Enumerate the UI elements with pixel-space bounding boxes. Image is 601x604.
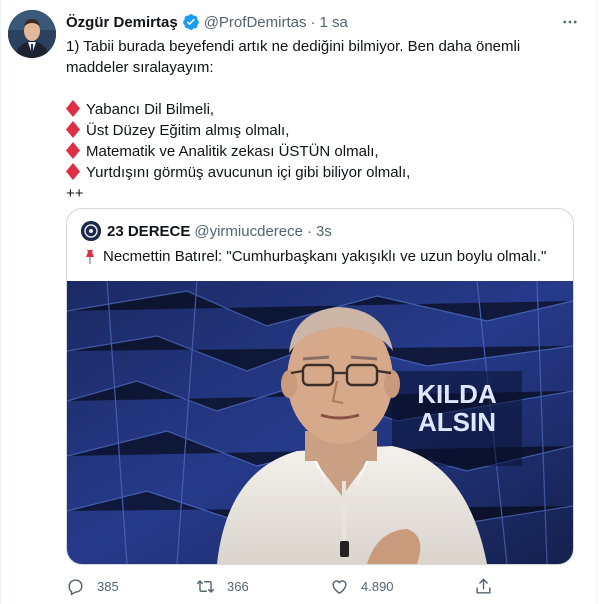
quoted-text: Necmettin Batırel: "Cumhurbaşkanı yakışı… [103, 248, 547, 265]
list-item: Üst Düzey Eğitim almış olmalı, [66, 120, 576, 141]
tweet-actions: 385 366 4.890 [66, 572, 496, 600]
author-avatar[interactable] [8, 10, 56, 58]
tweet-closing: ++ [66, 185, 84, 202]
author-name[interactable]: Özgür Demirtaş [66, 14, 178, 31]
diamond-icon [66, 163, 80, 180]
tweet-body: 1) Tabii burada beyefendi artık ne dediğ… [66, 36, 576, 204]
quoted-author-name: 23 DERECE [107, 222, 191, 240]
quoted-avatar [81, 221, 101, 241]
like-icon [332, 579, 347, 594]
quoted-text-row: Necmettin Batırel: "Cumhurbaşkanı yakışı… [81, 247, 546, 267]
verified-badge-icon [182, 13, 200, 31]
share-button[interactable] [474, 572, 505, 600]
like-button[interactable]: 4.890 [330, 572, 394, 600]
list-item: Yurtdışını görmüş avucunun içi gibi bili… [66, 162, 576, 183]
tweet-intro-line: maddeler sıralayayım: [66, 59, 214, 76]
diamond-icon [66, 100, 80, 117]
retweet-button[interactable]: 366 [196, 572, 249, 600]
quoted-header: 23 DERECE @yirmiucderece · 3s [81, 221, 332, 241]
diamond-icon [66, 142, 80, 159]
reply-icon [68, 578, 83, 596]
quoted-separator: · [306, 222, 312, 240]
list-item: Yabancı Dil Bilmeli, [66, 99, 576, 120]
quoted-timestamp: 3s [315, 222, 332, 240]
left-divider [0, 0, 1, 604]
overlay-text-line: ALSIN [418, 407, 496, 437]
tweet-header: Özgür Demirtaş @ProfDemirtas · 1 sa [66, 12, 348, 32]
overlay-text-line: KILDA [417, 379, 497, 409]
quoted-author-handle: @yirmiucderece [194, 222, 303, 240]
author-handle[interactable]: @ProfDemirtas [204, 14, 307, 31]
diamond-icon [66, 121, 80, 138]
list-item-text: Üst Düzey Eğitim almış olmalı, [86, 122, 290, 139]
quoted-tweet[interactable]: 23 DERECE @yirmiucderece · 3s Necmettin … [66, 208, 574, 565]
tweet-timestamp[interactable]: 1 sa [319, 14, 347, 31]
list-item-text: Yurtdışını görmüş avucunun içi gibi bili… [86, 164, 411, 181]
like-count: 4.890 [361, 578, 394, 594]
header-separator: · [310, 13, 316, 31]
tweet-intro-line: 1) Tabii burada beyefendi artık ne dediğ… [66, 38, 521, 55]
list-item: Matematik ve Analitik zekası ÜSTÜN olmal… [66, 141, 576, 162]
pushpin-icon [86, 250, 94, 264]
right-divider [596, 0, 597, 604]
retweet-count: 366 [227, 578, 249, 594]
reply-count: 385 [97, 578, 119, 594]
list-item-text: Matematik ve Analitik zekası ÜSTÜN olmal… [86, 143, 379, 160]
reply-button[interactable]: 385 [66, 572, 119, 600]
share-icon [476, 578, 491, 594]
more-icon[interactable] [556, 10, 584, 34]
retweet-icon [196, 579, 215, 593]
list-item-text: Yabancı Dil Bilmeli, [86, 101, 215, 118]
quoted-media-image[interactable]: KILDA ALSIN [67, 280, 573, 564]
